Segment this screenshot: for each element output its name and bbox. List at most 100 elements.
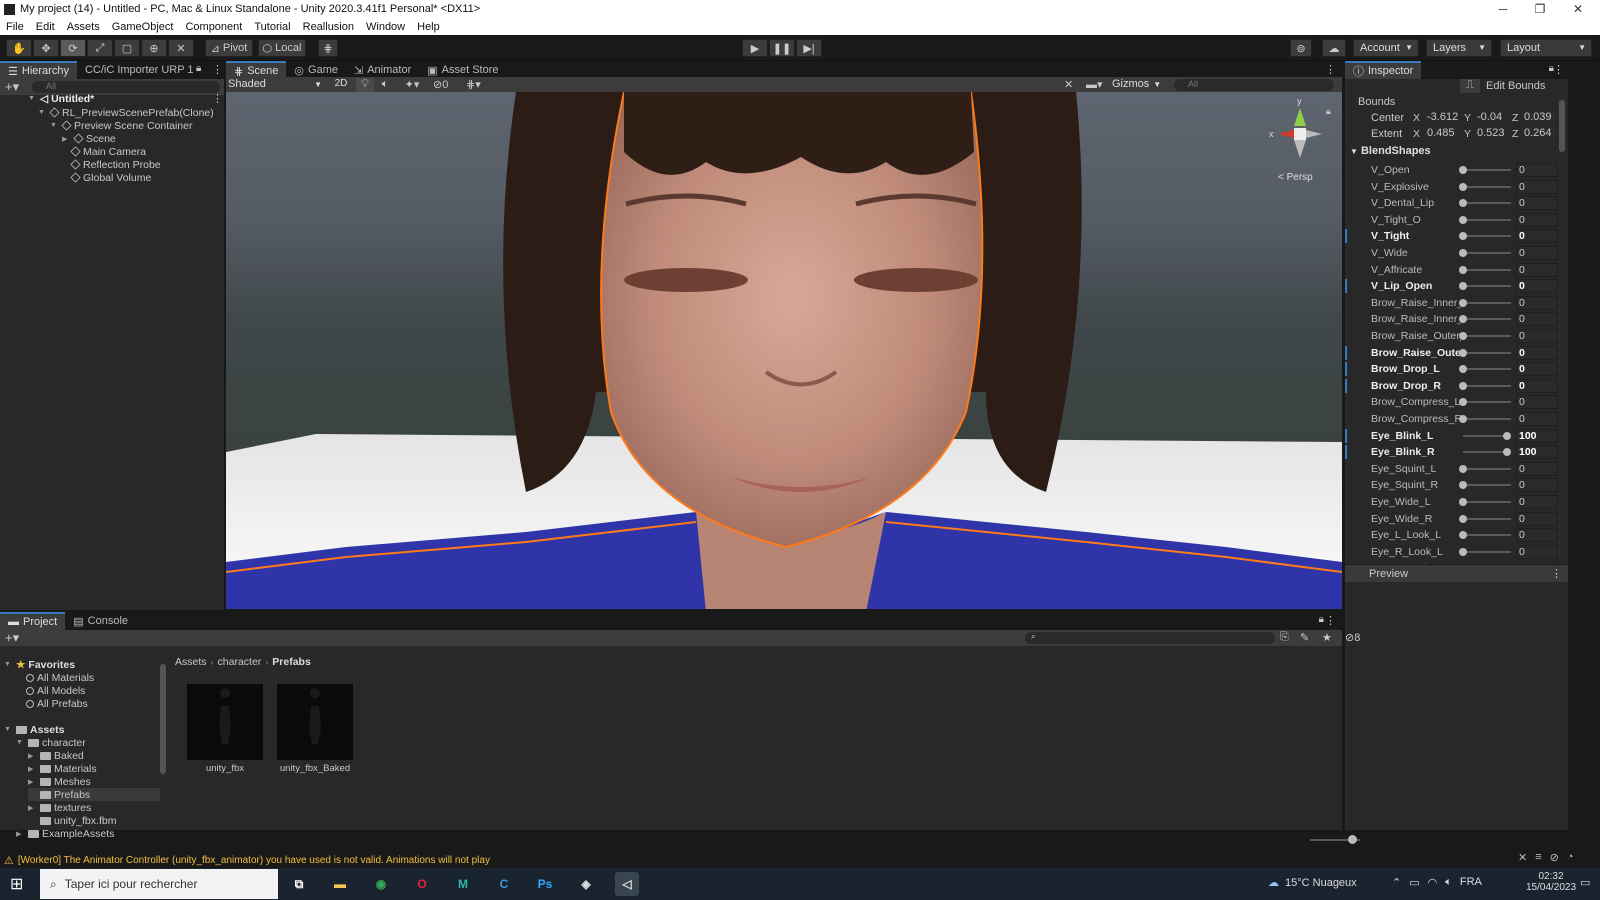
blendshape-slider[interactable] <box>1463 468 1511 470</box>
slider-knob[interactable] <box>1348 835 1357 844</box>
blendshape-value-field[interactable]: 0 <box>1516 263 1558 277</box>
blendshape-row[interactable]: V_Wide0 <box>1345 245 1560 261</box>
blendshape-row[interactable]: Eye_Wide_R0 <box>1345 511 1560 527</box>
inspector-scrollbar[interactable] <box>1558 98 1566 560</box>
windows-start-icon[interactable]: ⊞ <box>10 874 23 894</box>
blendshape-value-field[interactable]: 0 <box>1516 512 1558 526</box>
blendshape-row[interactable]: Eye_Squint_R0 <box>1345 477 1560 493</box>
cache-icon[interactable]: ⊘ <box>1550 851 1559 864</box>
grid-snap-icon[interactable]: ⋕ <box>318 39 338 57</box>
blendshape-row[interactable]: V_Dental_Lip0 <box>1345 195 1560 211</box>
tab-cc-importer[interactable]: CC/iC Importer URP 1 <box>77 61 202 79</box>
blendshape-value-field[interactable]: 0 <box>1516 412 1558 426</box>
blendshape-slider[interactable] <box>1463 186 1511 188</box>
slider-knob[interactable] <box>1503 432 1511 440</box>
blendshape-slider[interactable] <box>1463 385 1511 387</box>
hidden-packages-toggle[interactable]: ⊘8 <box>1345 631 1360 644</box>
menu-tutorial[interactable]: Tutorial <box>248 21 296 33</box>
opera-icon[interactable]: O <box>410 872 434 896</box>
draw-mode-dropdown[interactable]: Shaded▼ <box>228 78 324 92</box>
blendshape-slider[interactable] <box>1463 335 1511 337</box>
menu-edit[interactable]: Edit <box>30 21 61 33</box>
tools-icon[interactable]: ✕ <box>1064 78 1080 92</box>
volume-icon[interactable]: 🔈︎ <box>1445 876 1452 889</box>
kebab-menu-icon[interactable]: ⋮ <box>1551 567 1562 580</box>
close-button[interactable]: ✕ <box>1560 0 1596 18</box>
tab-hierarchy[interactable]: ☰Hierarchy <box>0 61 77 79</box>
blendshape-row[interactable]: V_Affricate0 <box>1345 262 1560 278</box>
breadcrumb-item[interactable]: Assets <box>175 656 207 668</box>
blendshape-row[interactable]: Eye_Blink_L100 <box>1345 428 1560 444</box>
blendshape-slider[interactable] <box>1463 551 1511 553</box>
extent-y-field[interactable]: 0.523 <box>1475 127 1507 141</box>
slider-knob[interactable] <box>1459 415 1467 423</box>
slider-knob[interactable] <box>1459 465 1467 473</box>
notifications-icon[interactable]: ▭ <box>1580 876 1590 889</box>
blendshape-row[interactable]: V_Explosive0 <box>1345 179 1560 195</box>
blendshape-slider[interactable] <box>1463 169 1511 171</box>
blendshape-row[interactable]: Eye_Wide_L0 <box>1345 494 1560 510</box>
blendshape-row[interactable]: Brow_Raise_Outer_0 <box>1345 328 1560 344</box>
blendshape-slider[interactable] <box>1463 318 1511 320</box>
slider-knob[interactable] <box>1459 166 1467 174</box>
lock-icon[interactable]: 🔒︎ <box>1319 614 1324 625</box>
inspector-scrollbar-thumb[interactable] <box>1559 100 1565 152</box>
hierarchy-item-probe[interactable]: Reflection Probe <box>71 158 161 171</box>
chevron-up-icon[interactable]: ⌃ <box>1392 876 1401 889</box>
blendshape-slider[interactable] <box>1463 219 1511 221</box>
tab-project[interactable]: ▬Project <box>0 612 65 630</box>
blendshape-row[interactable]: Brow_Compress_R0 <box>1345 411 1560 427</box>
blendshape-slider[interactable] <box>1463 401 1511 403</box>
kebab-menu-icon[interactable]: ⋮ <box>1325 614 1336 627</box>
scene-orientation-gizmo[interactable]: y x 🔒︎ < Persp <box>1264 96 1336 186</box>
center-y-field[interactable]: -0.04 <box>1475 111 1507 125</box>
2d-toggle[interactable]: 2D <box>329 78 353 92</box>
slider-knob[interactable] <box>1459 515 1467 523</box>
blendshape-value-field[interactable]: 0 <box>1516 346 1558 360</box>
menu-reallusion[interactable]: Reallusion <box>297 21 360 33</box>
blendshape-value-field[interactable]: 0 <box>1516 545 1558 559</box>
tree-scrollbar[interactable] <box>160 660 166 824</box>
asset-thumbnail[interactable] <box>277 684 353 760</box>
blendshape-slider[interactable] <box>1463 285 1511 287</box>
blendshape-value-field[interactable]: 0 <box>1516 296 1558 310</box>
account-dropdown[interactable]: Account▼ <box>1353 39 1419 57</box>
pivot-toggle[interactable]: ⊿Pivot <box>205 39 253 57</box>
asset-tree-item[interactable]: Prefabs <box>28 788 160 801</box>
maya-icon[interactable]: M <box>451 872 475 896</box>
breadcrumb-item[interactable]: character <box>218 656 262 668</box>
center-z-field[interactable]: 0.039 <box>1522 111 1556 125</box>
slider-knob[interactable] <box>1459 199 1467 207</box>
maximize-button[interactable]: ❐ <box>1522 0 1558 18</box>
blendshape-row[interactable]: Brow_Drop_L0 <box>1345 361 1560 377</box>
tab-inspector[interactable]: ⓘInspector <box>1345 61 1421 79</box>
hand-tool-icon[interactable]: ✋ <box>6 39 32 57</box>
blendshape-value-field[interactable]: 100 <box>1516 429 1558 443</box>
custom-tool-icon[interactable]: ✕ <box>168 39 194 57</box>
blendshape-row[interactable]: V_Tight0 <box>1345 228 1560 244</box>
slider-knob[interactable] <box>1459 548 1467 556</box>
asset-name[interactable]: unity_fbx <box>187 763 263 774</box>
blendshape-slider[interactable] <box>1463 202 1511 204</box>
assets-foldout[interactable]: ▼Assets <box>4 723 64 736</box>
center-x-field[interactable]: -3.612 <box>1425 111 1457 125</box>
taskbar-search-input[interactable]: ⌕Taper ici pour rechercher <box>40 869 278 899</box>
language-indicator[interactable]: FRA <box>1460 876 1482 889</box>
step-button[interactable]: ▶| <box>796 39 822 57</box>
blendshape-value-field[interactable]: 0 <box>1516 196 1558 210</box>
menu-help[interactable]: Help <box>411 21 446 33</box>
wifi-icon[interactable]: ◠ <box>1428 876 1438 889</box>
blendshape-value-field[interactable]: 100 <box>1516 445 1558 459</box>
kebab-menu-icon[interactable]: ⋮ <box>1325 63 1336 76</box>
hierarchy-item-volume[interactable]: Global Volume <box>71 171 151 184</box>
slider-knob[interactable] <box>1459 365 1467 373</box>
progress-icon[interactable]: ◔ <box>1567 851 1574 864</box>
play-button[interactable]: ▶ <box>742 39 768 57</box>
collab-icon[interactable]: ⊚ <box>1290 39 1312 57</box>
blendshape-slider[interactable] <box>1463 302 1511 304</box>
blendshape-value-field[interactable]: 0 <box>1516 163 1558 177</box>
slider-knob[interactable] <box>1459 299 1467 307</box>
blendshape-slider[interactable] <box>1463 501 1511 503</box>
battery-icon[interactable]: ▭ <box>1409 876 1419 889</box>
layers-status-icon[interactable]: ≡ <box>1535 851 1541 864</box>
